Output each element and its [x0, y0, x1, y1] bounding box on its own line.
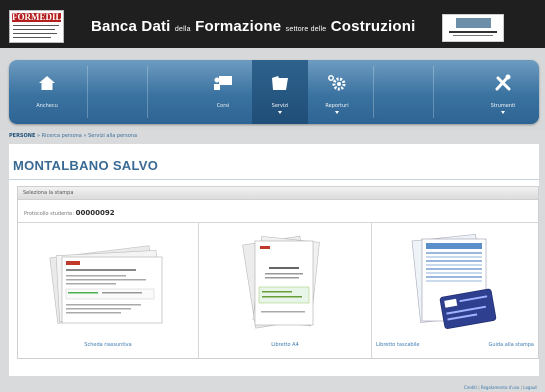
- app-title: Banca Dati della Formazione settore dell…: [91, 18, 416, 35]
- card-scheda-riassuntiva[interactable]: Scheda riassuntiva: [18, 223, 198, 358]
- chevron-down-icon: [501, 111, 505, 114]
- page-title: MONTALBANO SALVO: [13, 158, 159, 173]
- link-scheda-riassuntiva[interactable]: Scheda riassuntiva: [18, 342, 198, 348]
- nav-label-corsi: Corsi: [216, 103, 230, 109]
- nav-label-strumenti: Strumenti: [490, 103, 516, 109]
- nav-item-home[interactable]: Anchecu: [21, 60, 73, 124]
- nav-item-strumenti[interactable]: Strumenti: [475, 60, 531, 124]
- link-libretto-tascabile[interactable]: Libretto tascabile: [376, 342, 419, 348]
- footer-crediti[interactable]: Crediti: [464, 385, 477, 390]
- chevron-down-icon: [335, 111, 339, 114]
- nav-item-reporturi[interactable]: Reporturi: [309, 60, 365, 124]
- main-nav: Anchecu Corsi Servizi Reporturi Strument…: [9, 60, 539, 124]
- protocol-label: Protocollo studente:: [24, 211, 75, 217]
- pocket-booklet-thumbnail: [411, 233, 497, 329]
- top-header: FORMEDIL Banca Dati della Formazione set…: [0, 0, 545, 48]
- card-libretto-tascabile[interactable]: Libretto tascabile Guida alla stampa: [372, 223, 538, 358]
- nav-item-corsi[interactable]: Corsi: [195, 60, 251, 124]
- gear-icon: [328, 75, 346, 91]
- panel-header: Seleziona la stampa: [18, 187, 538, 200]
- link-libretto-a4[interactable]: Libretto A4: [199, 342, 371, 348]
- home-icon: [39, 76, 55, 90]
- chevron-down-icon: [278, 111, 282, 114]
- card-libretto-a4[interactable]: Libretto A4: [199, 223, 371, 358]
- nav-label-servizi: Servizi: [271, 103, 289, 109]
- presentation-icon: [214, 76, 232, 90]
- nav-label-reporturi: Reporturi: [325, 103, 349, 109]
- protocol-value: 00000092: [75, 209, 115, 217]
- footer-logout[interactable]: Logout: [523, 385, 537, 390]
- footer-links: Crediti | Regolamento d'uso | Logout: [463, 385, 537, 390]
- folder-icon: [272, 76, 288, 90]
- nav-item-servizi[interactable]: Servizi: [252, 60, 308, 124]
- formedil-logo-text: FORMEDIL: [12, 12, 62, 22]
- protocol-line: Protocollo studente: 00000092: [24, 209, 115, 217]
- a4-booklet-thumbnail: [242, 235, 320, 329]
- partner-logo: [442, 14, 504, 42]
- main-content: MONTALBANO SALVO Seleziona la stampa Pro…: [9, 144, 539, 376]
- print-selection-panel: Seleziona la stampa Protocollo studente:…: [17, 186, 539, 359]
- divider: [9, 179, 539, 180]
- footer-regolamento[interactable]: Regolamento d'uso: [481, 385, 520, 390]
- breadcrumb-ricerca[interactable]: » Ricerca persona: [37, 133, 82, 139]
- breadcrumb-persone[interactable]: PERSONE: [9, 133, 35, 139]
- link-guida-stampa[interactable]: Guida alla stampa: [489, 342, 535, 348]
- tools-icon: [495, 74, 511, 91]
- nav-label-home: Anchecu: [36, 103, 58, 109]
- breadcrumb-servizi[interactable]: » Servizi alla persona: [83, 133, 137, 139]
- summary-sheet-thumbnail: [49, 245, 163, 324]
- breadcrumb: PERSONE » Ricerca persona » Servizi alla…: [9, 132, 539, 141]
- formedil-logo[interactable]: FORMEDIL: [9, 10, 64, 43]
